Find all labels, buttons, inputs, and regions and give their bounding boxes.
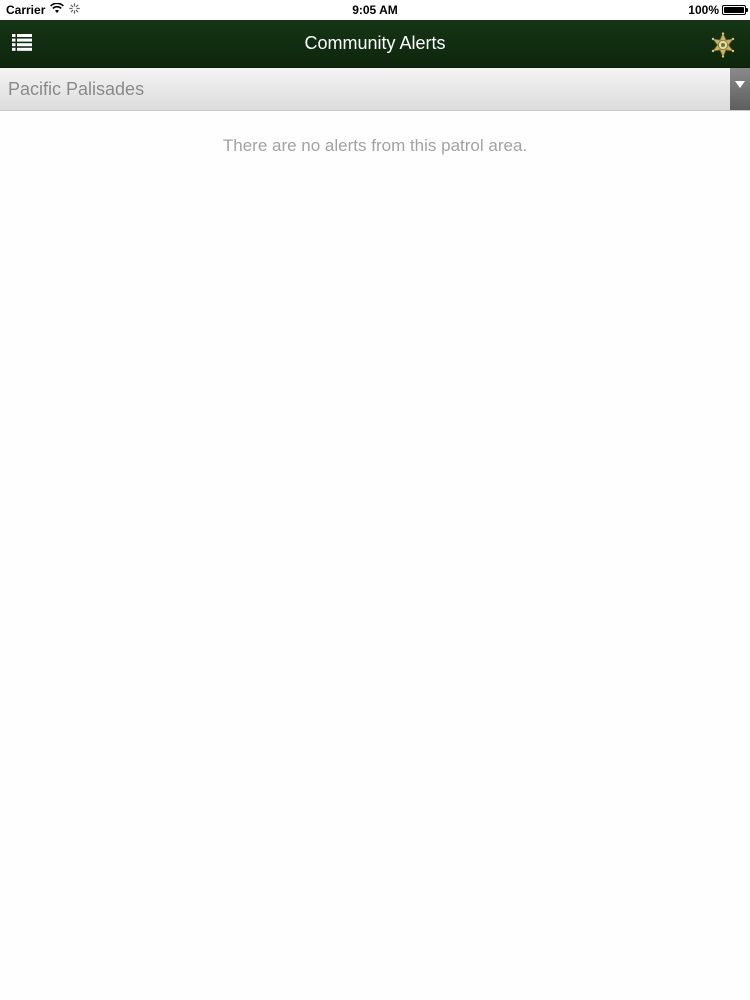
battery-icon [722,5,748,15]
chevron-down-icon [735,81,745,88]
dropdown-toggle[interactable] [730,68,750,110]
page-title: Community Alerts [304,33,446,53]
patrol-area-value: Pacific Palisades [8,79,145,99]
nav-bar: Community Alerts [0,20,750,68]
battery-percent: 100% [688,3,719,17]
sheriff-star-icon [710,31,736,62]
status-time: 9:05 AM [352,3,398,17]
app-screen: Carrier 9:05 AM 100% Community Alerts Pa… [0,0,750,1000]
sheriff-badge-button[interactable] [710,31,736,59]
patrol-area-select[interactable]: Pacific Palisades [0,68,750,111]
battery-fill [724,7,744,13]
status-right: 100% [688,3,748,17]
status-bar: Carrier 9:05 AM 100% [0,0,750,20]
empty-alerts-message: There are no alerts from this patrol are… [222,136,528,155]
